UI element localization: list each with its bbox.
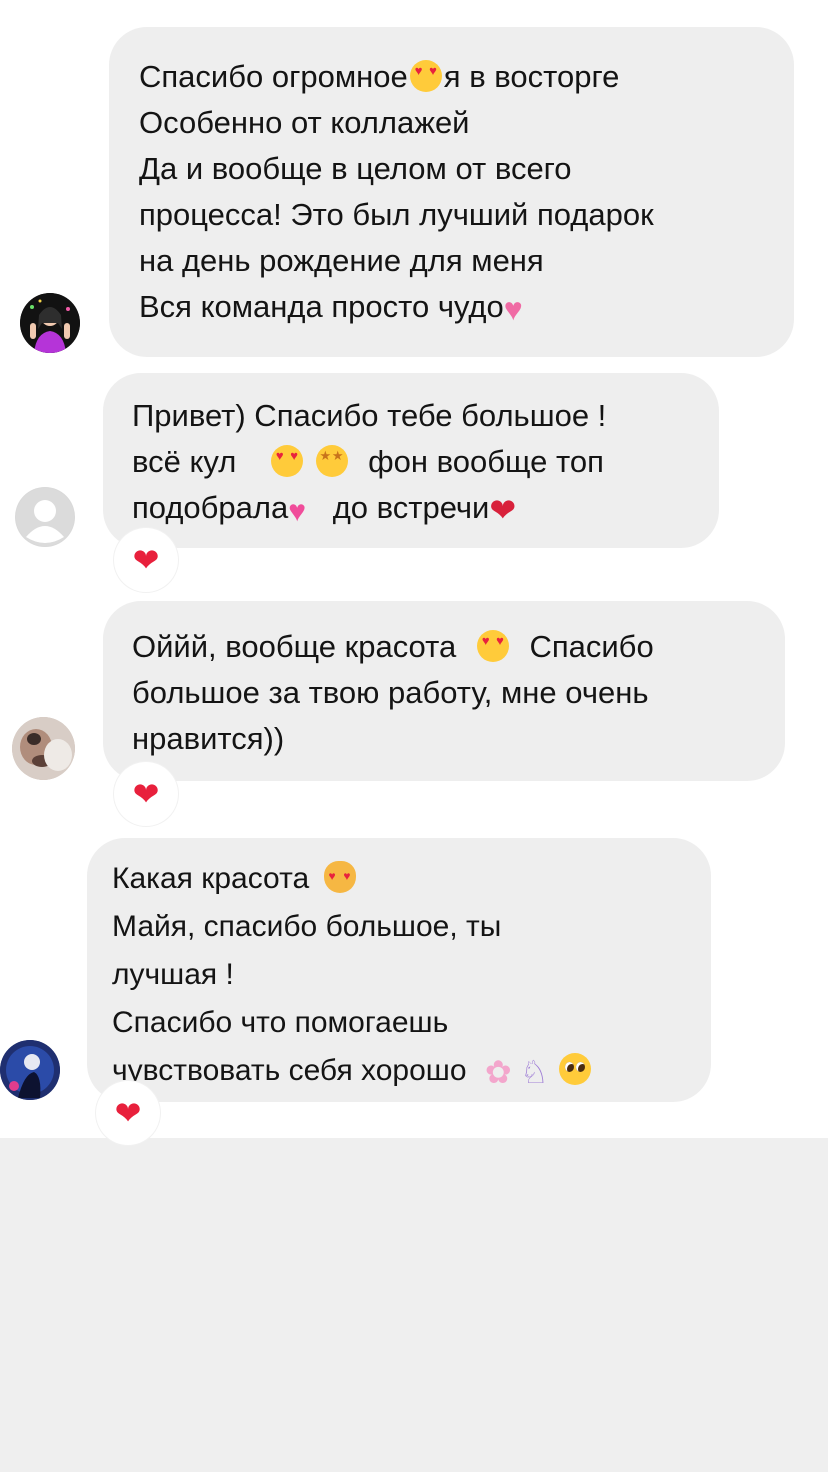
star-struck-emoji-icon (315, 445, 348, 477)
reaction-badge[interactable]: ❤ (96, 1081, 160, 1145)
line-text: чувствовать себя хорошо (112, 1054, 467, 1087)
message-line: Вся команда просто чудо♥ (139, 284, 764, 330)
red-heart-icon: ❤ (114, 1095, 142, 1131)
message-line: большое за твою работу, мне очень (132, 675, 649, 710)
default-avatar-icon (16, 488, 74, 546)
message-line: процесса! Это был лучший подарок (139, 197, 654, 232)
message-line: нравится)) (132, 721, 285, 756)
message-line: Особенно от коллажей (139, 105, 470, 140)
heart-eyes-emoji-icon (476, 630, 509, 662)
line-text: фон вообще топ (368, 444, 604, 479)
line-text: подобрала (132, 490, 289, 525)
message-bubble[interactable]: Спасибо огромное я в восторге Особенно от… (109, 27, 794, 357)
avatar[interactable] (20, 293, 80, 353)
message-line: всё кул фон вообще топ (132, 439, 689, 485)
avatar[interactable] (12, 717, 75, 780)
line-text: Вся команда просто чудо (139, 289, 504, 324)
red-heart-icon: ❤ (132, 776, 160, 812)
line-text: Спасибо (529, 629, 654, 664)
message-line: Спасибо что помогаешь (112, 1006, 449, 1039)
red-heart-icon: ❤ (132, 542, 160, 578)
message-bubble[interactable]: Привет) Спасибо тебе большое ! всё кул ф… (103, 373, 719, 548)
pleading-face-emoji-icon (559, 1053, 592, 1085)
message-line: Спасибо огромное я в восторге (139, 54, 764, 100)
two-hearts-emoji-icon: ♥ (288, 495, 307, 528)
message-line: Какая красота (112, 855, 685, 903)
line-text: всё кул (132, 444, 237, 479)
line-text: до встречи (332, 490, 490, 525)
heart-eyes-emoji-icon (270, 445, 303, 477)
line-text: Какая красота (112, 862, 310, 895)
line-text: Спасибо огромное (139, 59, 408, 94)
line-text: я в восторге (443, 59, 620, 94)
message-line: лучшая ! (112, 958, 234, 991)
reaction-badge[interactable]: ❤ (114, 528, 178, 592)
kiss-mark-emoji-icon: ❤ (489, 492, 517, 528)
message-line: на день рождение для меня (139, 243, 544, 278)
message-bubble[interactable]: Какая красота Майя, спасибо большое, ты … (87, 838, 711, 1102)
reaction-badge[interactable]: ❤ (114, 762, 178, 826)
message-bubble[interactable]: Оййй, вообще красота Спасибо большое за … (103, 601, 785, 781)
blue-figure-avatar-icon (0, 1040, 60, 1100)
message-line: Оййй, вообще красота Спасибо (132, 624, 755, 670)
message-line: Привет) Спасибо тебе большое ! (132, 398, 607, 433)
growing-heart-emoji-icon: ♥ (503, 291, 523, 327)
avatar[interactable] (15, 487, 75, 547)
pet-avatar-icon (12, 717, 75, 780)
message-line: Да и вообще в целом от всего (139, 151, 572, 186)
avatar[interactable] (0, 1040, 60, 1100)
message-line: подобрала♥ до встречи❤ (132, 485, 689, 531)
heart-eyes-emoji-icon (409, 60, 442, 92)
cherry-blossom-emoji-icon: ✿ (484, 1054, 512, 1090)
heart-eyes-cat-emoji-icon (323, 861, 356, 893)
line-text: Оййй, вообще красота (132, 629, 457, 664)
unicorn-emoji-icon: ♘ (520, 1054, 549, 1090)
avatar-girl-purple-icon (20, 293, 80, 353)
message-line: чувствовать себя хорошо ✿ ♘ (112, 1047, 685, 1095)
message-line: Майя, спасибо большое, ты (112, 910, 502, 943)
